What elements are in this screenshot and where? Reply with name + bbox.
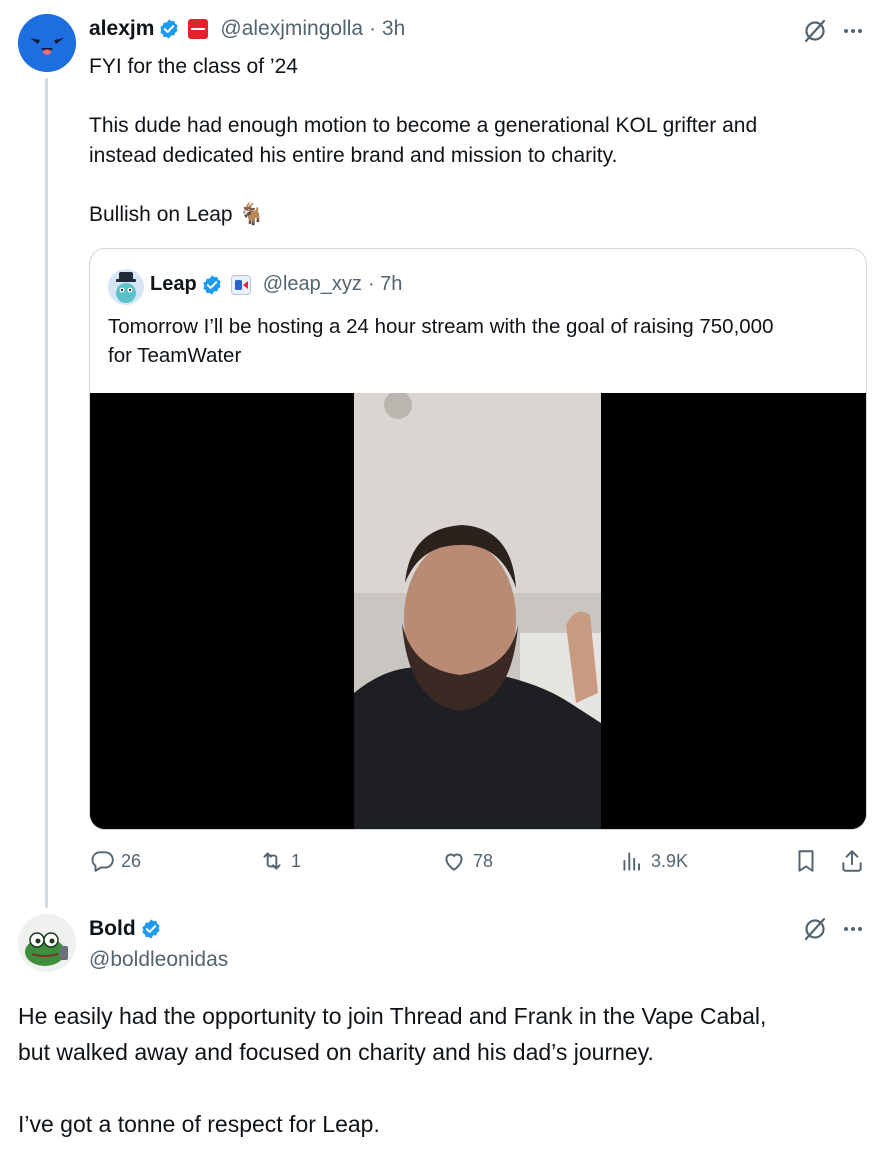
grok-icon[interactable]	[798, 912, 832, 946]
like-icon	[445, 853, 463, 871]
share-button[interactable]	[839, 848, 865, 874]
avatar-leap[interactable]	[108, 269, 144, 305]
verified-badge-icon	[160, 19, 179, 39]
more-icon[interactable]	[836, 14, 870, 48]
display-name[interactable]: Bold	[89, 917, 136, 941]
quoted-tweet[interactable]: Leap @leap_xyz · 7h Tomorrow I’ll be hos…	[89, 248, 867, 830]
quote-text: Tomorrow I’ll be hosting a 24 hour strea…	[108, 315, 774, 367]
tweet1-text: FYI for the class of ’24 This dude had e…	[89, 55, 758, 226]
repost-icon	[263, 852, 281, 870]
quote-video[interactable]	[90, 391, 866, 829]
bookmark-button[interactable]	[793, 848, 819, 874]
tweet2-text: He easily had the opportunity to join Th…	[18, 1003, 767, 1137]
quote-timestamp[interactable]: · 7h	[368, 273, 402, 296]
reply-icon	[91, 851, 114, 872]
avatar-bold[interactable]	[18, 914, 76, 972]
handle[interactable]: @boldleonidas	[89, 948, 228, 972]
reply-count: 26	[121, 850, 142, 871]
thread-line	[45, 78, 48, 908]
like-button[interactable]: 78	[441, 848, 493, 874]
repost-count: 1	[291, 850, 302, 871]
video-frame-image	[90, 391, 866, 829]
views-button[interactable]: 3.9K	[619, 848, 688, 874]
timestamp[interactable]: · 3h	[369, 17, 405, 41]
views-icon	[623, 852, 641, 871]
share-icon	[842, 850, 862, 872]
reply-button[interactable]: 26	[89, 848, 141, 874]
handle[interactable]: @alexjmingolla	[220, 17, 363, 41]
tweet1-actions: 26 1 78 3.9K	[89, 848, 867, 880]
views-count: 3.9K	[651, 850, 689, 871]
quote-handle[interactable]: @leap_xyz	[263, 273, 362, 296]
display-name[interactable]: alexjm	[89, 17, 154, 41]
verified-badge-icon	[203, 274, 221, 295]
repost-button[interactable]: 1	[259, 848, 301, 874]
grok-icon[interactable]	[798, 14, 832, 48]
like-count: 78	[473, 850, 494, 871]
quote-display-name[interactable]: Leap	[150, 273, 197, 296]
verified-badge-icon	[142, 919, 160, 939]
tweet2-header: Bold	[89, 917, 162, 941]
affiliate-badge-icon[interactable]	[188, 19, 209, 39]
more-icon[interactable]	[836, 912, 870, 946]
bookmark-icon	[798, 850, 814, 872]
quote-header: Leap @leap_xyz · 7h	[150, 273, 402, 296]
tweet1-header: alexjm @alexjmingolla · 3h	[89, 17, 405, 41]
avatar-alexjm[interactable]	[18, 14, 76, 72]
tweet2-handle-row: @boldleonidas	[89, 948, 228, 972]
affiliate-badge-icon[interactable]	[230, 274, 251, 295]
